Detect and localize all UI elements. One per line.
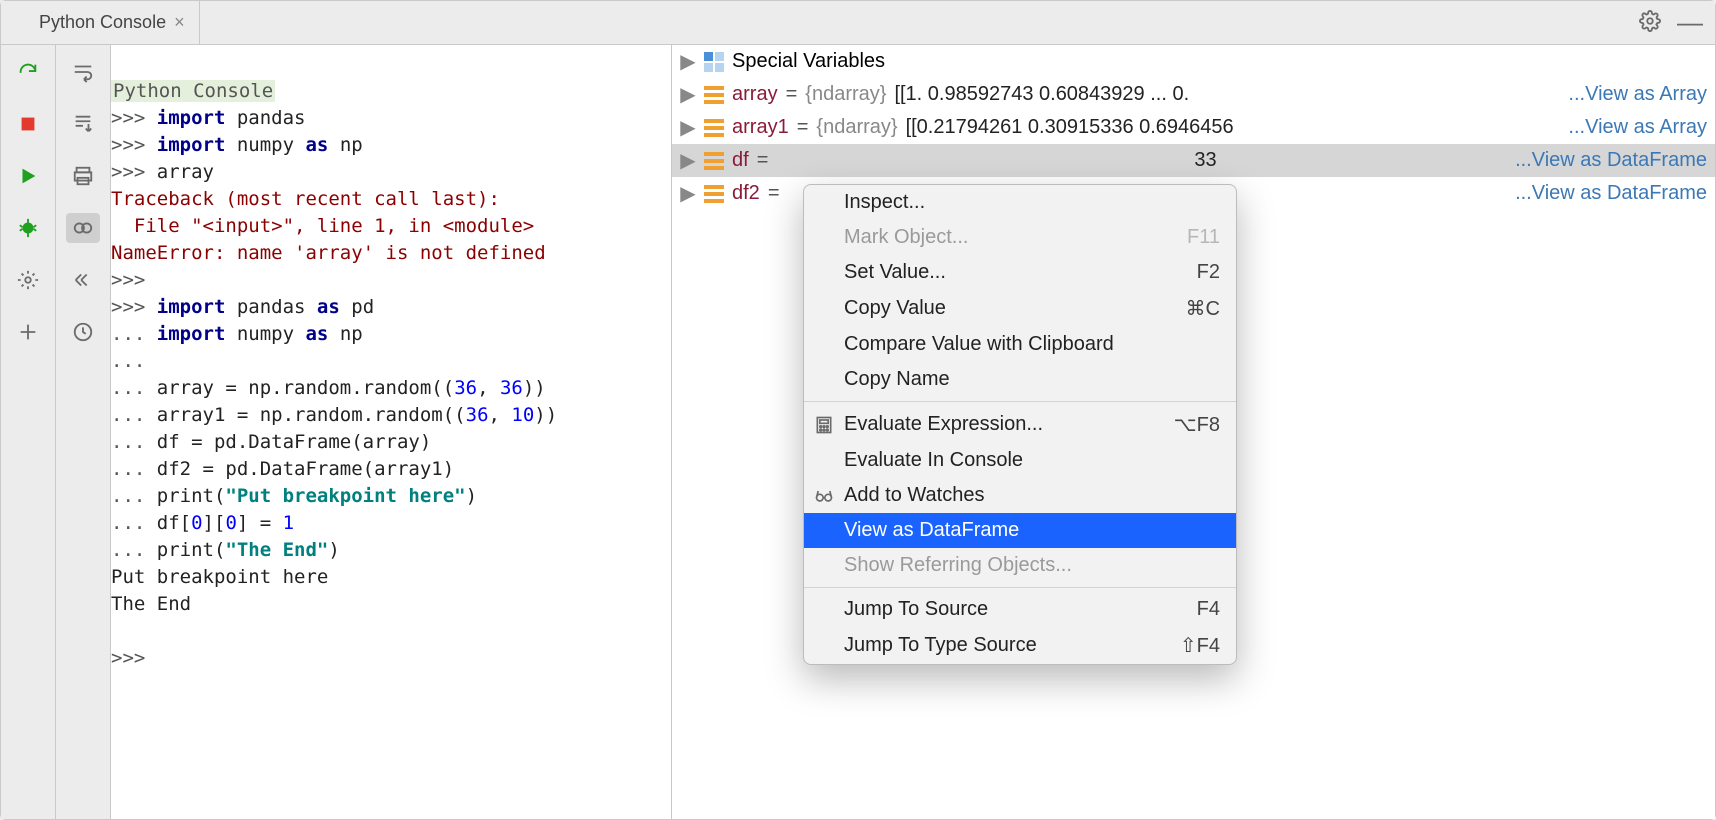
history-icon[interactable]: [66, 317, 100, 347]
settings-icon[interactable]: [11, 265, 45, 295]
traceback-line: NameError: name 'array' is not defined: [111, 242, 546, 264]
stdout-line: Put breakpoint here: [111, 566, 328, 588]
expand-icon[interactable]: ▶: [680, 181, 696, 206]
ctx-jump-type-source[interactable]: Jump To Type Source⇧F4: [804, 627, 1236, 664]
ndarray-icon: [704, 119, 724, 137]
tab-title: Python Console: [39, 12, 166, 33]
console-output[interactable]: Python Console >>> import pandas >>> imp…: [111, 45, 671, 819]
view-as-array-link[interactable]: ...View as Array: [1568, 83, 1707, 106]
separator: [804, 587, 1236, 588]
special-vars-icon: [704, 52, 724, 72]
stop-icon[interactable]: [11, 109, 45, 139]
rerun-icon[interactable]: [11, 57, 45, 87]
expand-icon[interactable]: ▶: [680, 148, 696, 173]
run-icon[interactable]: [11, 161, 45, 191]
view-as-dataframe-link[interactable]: ...View as DataFrame: [1515, 149, 1707, 172]
tabbar: Python Console × —: [1, 1, 1715, 45]
glasses-icon: [814, 486, 834, 506]
expand-icon[interactable]: ▶: [680, 115, 696, 140]
ctx-add-watches[interactable]: Add to Watches: [804, 478, 1236, 513]
scroll-end-icon[interactable]: [66, 109, 100, 139]
soft-wrap-icon[interactable]: [66, 57, 100, 87]
view-as-dataframe-link[interactable]: ...View as DataFrame: [1515, 182, 1707, 205]
traceback-line: Traceback (most recent call last):: [111, 188, 500, 210]
var-special[interactable]: ▶ Special Variables: [672, 45, 1715, 78]
debug-icon[interactable]: [11, 213, 45, 243]
hide-panel-icon[interactable]: —: [1677, 7, 1703, 38]
view-as-array-link[interactable]: ...View as Array: [1568, 116, 1707, 139]
ndarray-icon: [704, 86, 724, 104]
console-title: Python Console: [111, 80, 275, 102]
ctx-copy-value[interactable]: Copy Value⌘C: [804, 290, 1236, 327]
separator: [804, 401, 1236, 402]
expand-icon[interactable]: ▶: [680, 49, 696, 74]
ctx-evaluate-console[interactable]: Evaluate In Console: [804, 443, 1236, 478]
console-tool-gutter: [56, 45, 111, 819]
dataframe-icon: [704, 152, 724, 170]
ctx-compare-clipboard[interactable]: Compare Value with Clipboard: [804, 327, 1236, 362]
ctx-jump-source[interactable]: Jump To SourceF4: [804, 592, 1236, 627]
var-label: Special Variables: [732, 50, 885, 73]
add-icon[interactable]: [11, 317, 45, 347]
ctx-set-value[interactable]: Set Value...F2: [804, 255, 1236, 290]
stdout-line: The End: [111, 593, 191, 615]
calculator-icon: [814, 415, 834, 435]
expand-icon[interactable]: ▶: [680, 82, 696, 107]
ctx-evaluate-expression[interactable]: Evaluate Expression...⌥F8: [804, 406, 1236, 443]
tab-python-console[interactable]: Python Console ×: [25, 1, 200, 44]
dataframe-icon: [704, 185, 724, 203]
ctx-inspect[interactable]: Inspect...: [804, 185, 1236, 220]
show-vars-icon[interactable]: [66, 213, 100, 243]
close-icon[interactable]: ×: [174, 12, 185, 33]
gear-icon[interactable]: [1639, 10, 1661, 36]
traceback-line: File "<input>", line 1, in <module>: [111, 215, 534, 237]
history-next-icon[interactable]: [66, 265, 100, 295]
ctx-copy-name[interactable]: Copy Name: [804, 362, 1236, 397]
var-df[interactable]: ▶ df = 33 ...View as DataFrame: [672, 144, 1715, 177]
ctx-view-dataframe[interactable]: View as DataFrame: [804, 513, 1236, 548]
left-action-gutter: [1, 45, 56, 819]
ctx-mark-object: Mark Object...F11: [804, 220, 1236, 255]
var-array1[interactable]: ▶ array1 = {ndarray} [[0.21794261 0.3091…: [672, 111, 1715, 144]
print-icon[interactable]: [66, 161, 100, 191]
input-prompt[interactable]: >>>: [111, 647, 157, 669]
ctx-referring-objects: Show Referring Objects...: [804, 548, 1236, 583]
var-array[interactable]: ▶ array = {ndarray} [[1. 0.98592743 0.60…: [672, 78, 1715, 111]
context-menu: Inspect... Mark Object...F11 Set Value..…: [803, 184, 1237, 665]
